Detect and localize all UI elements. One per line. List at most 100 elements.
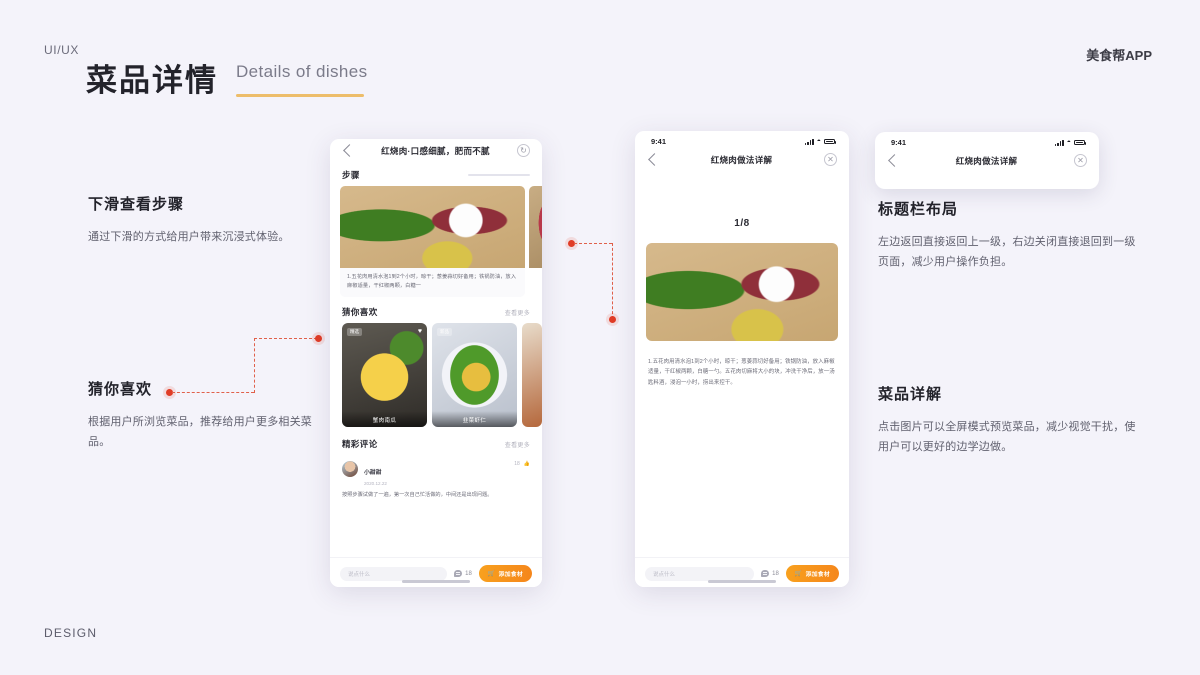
guess-cards-row[interactable]: 精选 ♥ 蟹肉南瓜 新品 韭菜虾仁 bbox=[330, 323, 542, 428]
connector-line-guess-h2 bbox=[254, 338, 317, 339]
home-indicator bbox=[708, 580, 776, 583]
guess-section-more[interactable]: 查看更多 bbox=[505, 308, 530, 317]
phone-mockup-navbar-zoom: 9:41 ◓ 红烧肉做法详解 ✕ bbox=[875, 132, 1099, 189]
page-title: 菜品详情 Details of dishes bbox=[86, 62, 368, 99]
annotation-heading: 猜你喜欢 bbox=[88, 381, 153, 398]
page-title-en: Details of dishes bbox=[236, 62, 368, 81]
phone1-steps-section-header: 步骤 bbox=[330, 165, 542, 186]
comment-count-group[interactable]: 18 bbox=[454, 570, 472, 577]
status-icons: ◓ bbox=[804, 138, 836, 145]
close-circle-icon[interactable]: ✕ bbox=[823, 153, 837, 166]
comment-item: 小甜甜 2020.12.22 18 👍 bbox=[330, 455, 542, 486]
close-circle-icon[interactable]: ✕ bbox=[1073, 154, 1087, 167]
status-time: 9:41 bbox=[891, 138, 907, 147]
cart-icon: 🛒 bbox=[487, 570, 496, 577]
phone1-nav-title: 红烧肉·口感细腻，肥而不腻 bbox=[381, 145, 490, 156]
guess-card[interactable]: 精选 ♥ 蟹肉南瓜 bbox=[342, 323, 427, 428]
phone2-navbar: 红烧肉做法详解 ✕ bbox=[635, 148, 849, 174]
kicker-label: UI/UX bbox=[44, 43, 80, 57]
wifi-icon: ◓ bbox=[816, 138, 821, 145]
comment-date: 2020.12.22 bbox=[364, 481, 387, 487]
home-indicator bbox=[402, 580, 470, 583]
annotation-guess-you-like: 猜你喜欢 根据用户所浏览菜品，推荐给用户更多相关菜品。 bbox=[88, 378, 328, 453]
comment-like-count: 18 bbox=[514, 461, 520, 468]
cart-icon: 🛒 bbox=[794, 570, 803, 577]
thumbs-up-icon[interactable]: 👍 bbox=[524, 461, 530, 467]
guess-section-title: 猜你喜欢 bbox=[342, 307, 378, 318]
comment-section-more[interactable]: 查看更多 bbox=[505, 440, 530, 449]
annotation-body: 根据用户所浏览菜品，推荐给用户更多相关菜品。 bbox=[88, 416, 312, 449]
phone1-comment-section-header: 精彩评论 查看更多 bbox=[330, 427, 542, 455]
refresh-icon[interactable]: ↻ bbox=[516, 144, 530, 157]
phone2-nav-title: 红烧肉做法详解 bbox=[710, 154, 773, 165]
phone-mockup-detail-page: 红烧肉·口感细腻，肥而不腻 ↻ 步骤 1.五花肉用清水泡1到2个小时，晾干；葱姜… bbox=[330, 139, 542, 587]
phone3-nav-title: 红烧肉做法详解 bbox=[955, 155, 1018, 166]
add-ingredients-button[interactable]: 🛒 添加食材 bbox=[785, 565, 839, 582]
chevron-left-icon[interactable] bbox=[648, 153, 661, 166]
guess-badge: 精选 bbox=[347, 328, 362, 337]
annotation-scroll-steps: 下滑查看步骤 通过下滑的方式给用户带来沉浸式体验。 bbox=[88, 193, 328, 247]
comment-count: 18 bbox=[465, 570, 472, 577]
step-photo[interactable] bbox=[340, 186, 525, 268]
step-photo[interactable] bbox=[529, 186, 542, 268]
chevron-left-icon[interactable] bbox=[888, 154, 901, 167]
connector-dot-guess-end bbox=[315, 335, 322, 342]
guess-badge: 新品 bbox=[437, 328, 452, 337]
status-time: 9:41 bbox=[651, 137, 667, 146]
phone1-navbar: 红烧肉·口感细腻，肥而不腻 ↻ bbox=[330, 139, 542, 165]
heart-icon[interactable]: ♥ bbox=[418, 328, 422, 335]
comment-count: 18 bbox=[772, 570, 779, 577]
add-ingredients-label: 添加食材 bbox=[805, 572, 830, 578]
chevron-left-icon[interactable] bbox=[343, 144, 356, 157]
steps-section-title: 步骤 bbox=[342, 170, 360, 180]
phone3-navbar: 红烧肉做法详解 ✕ bbox=[875, 149, 1099, 175]
steps-scroll-indicator[interactable] bbox=[468, 174, 530, 176]
guess-card-partial[interactable] bbox=[522, 323, 542, 428]
battery-icon bbox=[1074, 139, 1086, 146]
brand-label: 美食帮APP bbox=[1086, 48, 1152, 63]
page-title-en-box: Details of dishes bbox=[236, 62, 368, 99]
annotation-heading: 菜品详解 bbox=[878, 386, 943, 403]
annotation-heading: 标题栏布局 bbox=[878, 201, 959, 218]
annotation-body: 点击图片可以全屏模式预览菜品，减少视觉干扰，使用户可以更好的边学边做。 bbox=[878, 421, 1136, 454]
signal-bars-icon bbox=[1054, 139, 1064, 146]
guess-card[interactable]: 新品 韭菜虾仁 bbox=[432, 323, 517, 428]
footer-design-label: DESIGN bbox=[44, 626, 98, 640]
step-photo-fullscreen[interactable] bbox=[646, 243, 838, 341]
step-caption: 1.五花肉用清水泡1到2个小时，晾干；葱姜蒜切好备用；铁锅防油，放入麻椒适量，干… bbox=[340, 268, 525, 298]
annotation-heading: 下滑查看步骤 bbox=[88, 196, 185, 213]
comment-input[interactable]: 说点什么 bbox=[340, 566, 448, 581]
avatar[interactable] bbox=[342, 461, 358, 478]
comment-section-title: 精彩评论 bbox=[342, 439, 378, 450]
comment-like-group[interactable]: 18 👍 bbox=[514, 461, 530, 467]
status-icons: ◓ bbox=[1054, 139, 1086, 146]
phone-mockup-fullscreen-step: 9:41 ◓ 红烧肉做法详解 ✕ 1/8 1.五花肉用清水泡1到2个小时，晾干；… bbox=[635, 131, 849, 587]
phone1-guess-section-header: 猜你喜欢 查看更多 bbox=[330, 297, 542, 323]
wifi-icon: ◓ bbox=[1066, 139, 1071, 146]
guess-card-label: 蟹肉南瓜 bbox=[342, 411, 427, 428]
page-counter: 1/8 bbox=[734, 218, 750, 229]
comment-input[interactable]: 说点什么 bbox=[645, 566, 755, 581]
comment-user-name: 小甜甜 bbox=[364, 470, 382, 477]
annotation-body: 左边返回直接返回上一级，右边关闭直接退回到一级页面，减少用户操作负担。 bbox=[878, 236, 1136, 269]
add-ingredients-button[interactable]: 🛒 添加食材 bbox=[478, 565, 532, 582]
connector-dot-mid-end bbox=[609, 316, 616, 323]
add-ingredients-label: 添加食材 bbox=[498, 572, 523, 578]
step-card-partial[interactable] bbox=[529, 186, 542, 298]
comment-bubble-icon bbox=[454, 570, 463, 577]
phone2-status-bar: 9:41 ◓ bbox=[635, 131, 849, 148]
annotation-body: 通过下滑的方式给用户带来沉浸式体验。 bbox=[88, 231, 290, 243]
comment-count-group[interactable]: 18 bbox=[761, 570, 779, 577]
connector-line-mid-v bbox=[612, 243, 613, 319]
phone3-status-bar: 9:41 ◓ bbox=[875, 132, 1099, 149]
title-underline bbox=[236, 94, 364, 97]
annotation-dish-detail: 菜品详解 点击图片可以全屏模式预览菜品，减少视觉干扰，使用户可以更好的边学边做。 bbox=[878, 383, 1143, 458]
annotation-titlebar-layout: 标题栏布局 左边返回直接返回上一级，右边关闭直接退回到一级页面，减少用户操作负担… bbox=[878, 198, 1143, 273]
guess-photo bbox=[522, 323, 542, 428]
comment-bubble-icon bbox=[761, 570, 770, 577]
guess-card-label: 韭菜虾仁 bbox=[432, 411, 517, 428]
battery-icon bbox=[824, 138, 836, 145]
steps-carousel[interactable]: 1.五花肉用清水泡1到2个小时，晾干；葱姜蒜切好备用；铁锅防油，放入麻椒适量，干… bbox=[330, 186, 542, 298]
step-card[interactable]: 1.五花肉用清水泡1到2个小时，晾干；葱姜蒜切好备用；铁锅防油，放入麻椒适量，干… bbox=[340, 186, 525, 298]
step-detail-text: 1.五花肉用清水泡1到2个小时，晾干；葱姜蒜切好备用；铁锅防油，放入麻椒适量，干… bbox=[648, 359, 835, 386]
